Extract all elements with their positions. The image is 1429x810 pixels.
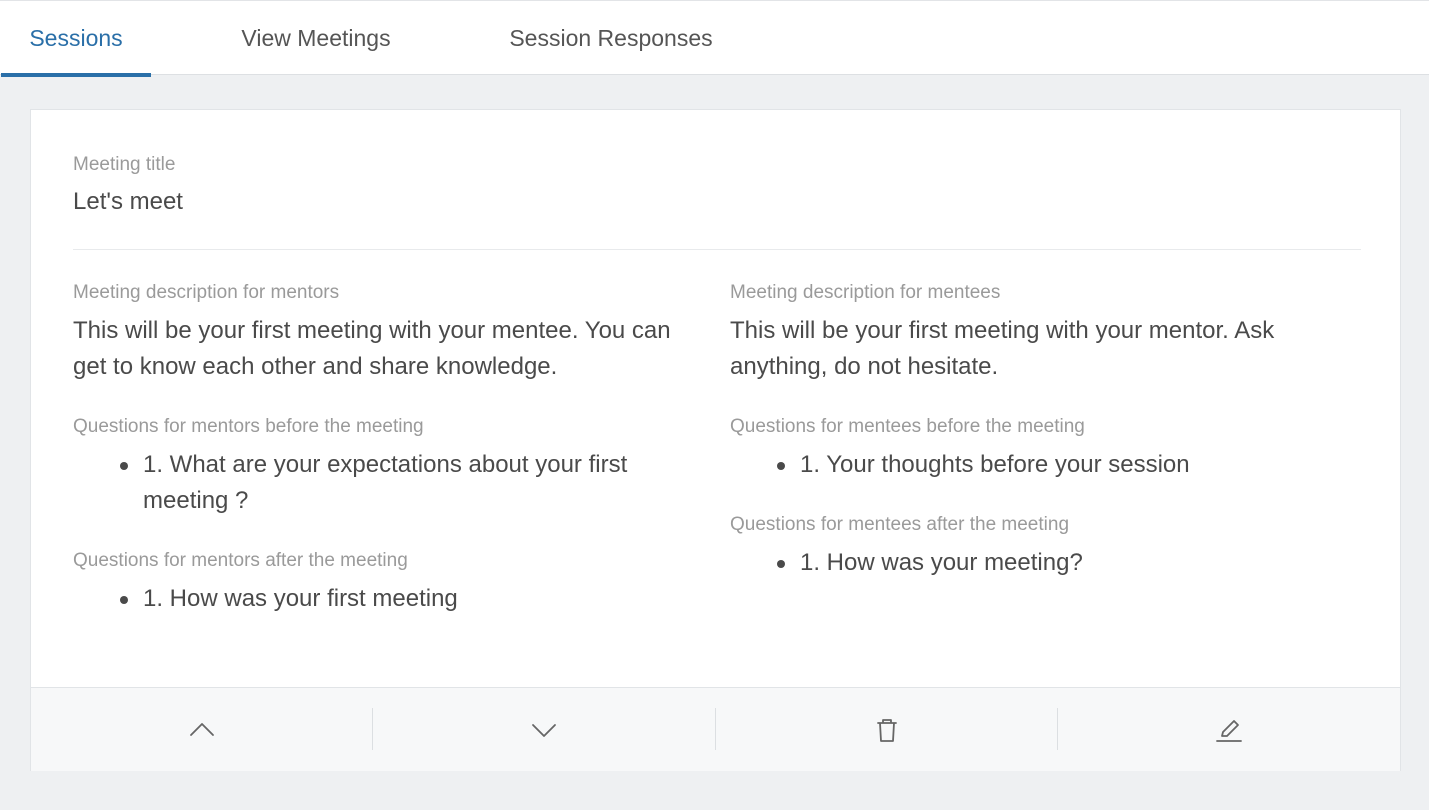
mentee-before-questions: 1. Your thoughts before your session xyxy=(730,447,1330,483)
mentor-before-questions: 1. What are your expectations about your… xyxy=(73,447,653,519)
tab-view-meetings[interactable]: View Meetings xyxy=(222,1,410,76)
mentor-after-questions: 1. How was your first meeting xyxy=(73,581,673,617)
mentor-before-label: Questions for mentors before the meeting xyxy=(73,416,424,437)
chevron-up-icon xyxy=(189,723,214,736)
mentee-after-label: Questions for mentees after the meeting xyxy=(730,514,1070,535)
action-bar xyxy=(31,687,1400,771)
mentor-after-label: Questions for mentors after the meeting xyxy=(73,550,408,571)
list-item: 1. How was your first meeting xyxy=(73,581,673,617)
chevron-down-icon xyxy=(532,724,556,737)
mentee-description-label: Meeting description for mentees xyxy=(730,282,1001,303)
pencil-icon xyxy=(1216,720,1242,742)
tab-sessions[interactable]: Sessions xyxy=(1,1,151,77)
mentee-after-questions: 1. How was your meeting? xyxy=(730,545,1330,581)
tab-session-responses[interactable]: Session Responses xyxy=(492,1,730,76)
list-item: 1. What are your expectations about your… xyxy=(73,447,653,519)
edit-button[interactable] xyxy=(1058,688,1400,772)
mentor-description-label: Meeting description for mentors xyxy=(73,282,340,303)
title-divider xyxy=(73,249,1361,250)
mentee-description: This will be your first meeting with you… xyxy=(730,317,1275,380)
tab-bar: Sessions View Meetings Session Responses xyxy=(0,0,1429,77)
mentee-before-label: Questions for mentees before the meeting xyxy=(730,416,1085,437)
meeting-title-label: Meeting title xyxy=(73,154,176,175)
trash-icon xyxy=(876,719,897,742)
mentor-description: This will be your first meeting with you… xyxy=(73,317,671,380)
list-item: 1. How was your meeting? xyxy=(730,545,1330,581)
move-up-button[interactable] xyxy=(31,688,372,772)
delete-button[interactable] xyxy=(716,688,1057,772)
meeting-title-value: Let's meet xyxy=(73,188,183,215)
move-down-button[interactable] xyxy=(373,688,715,772)
list-item: 1. Your thoughts before your session xyxy=(730,447,1330,483)
meeting-card: Meeting title Let's meet Meeting descrip… xyxy=(30,109,1401,771)
